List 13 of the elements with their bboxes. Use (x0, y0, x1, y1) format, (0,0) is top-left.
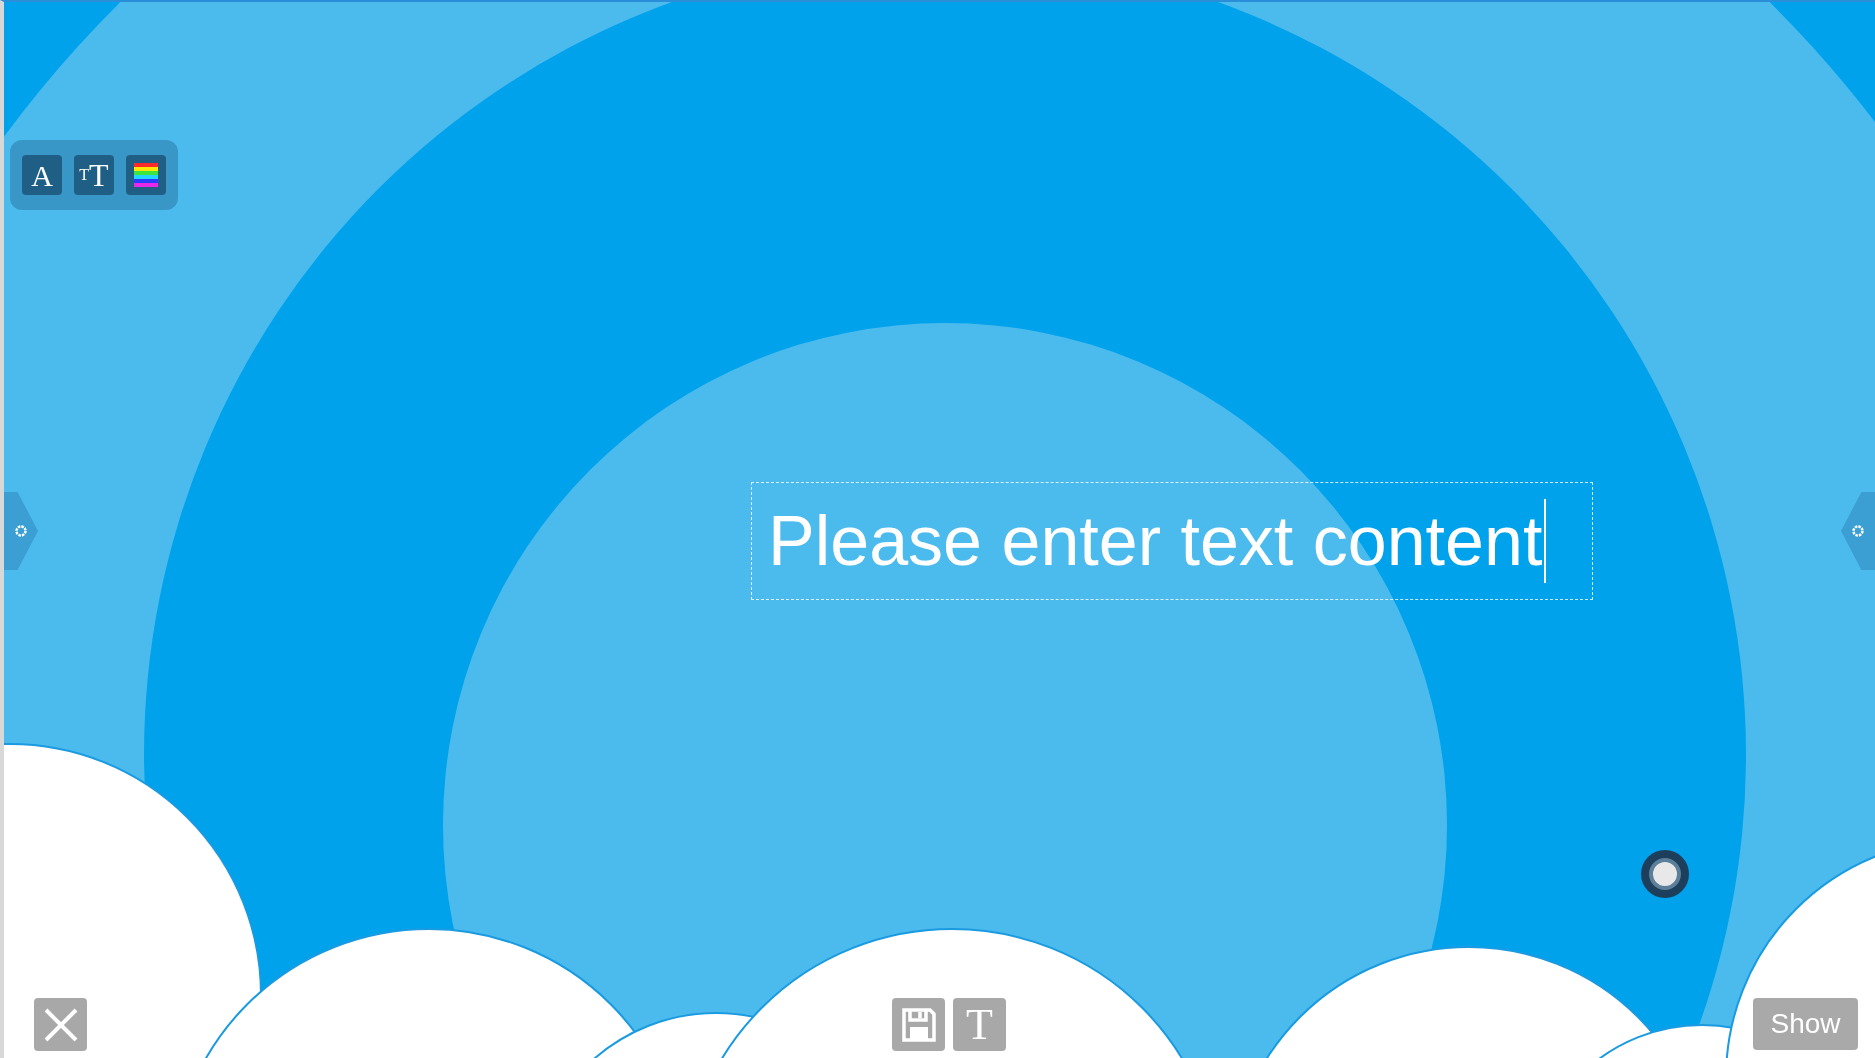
gear-icon (1851, 524, 1865, 538)
save-button[interactable] (892, 998, 945, 1051)
text-box[interactable]: Please enter text content (751, 482, 1593, 600)
font-button[interactable]: A (22, 155, 62, 195)
color-stripes-icon (134, 163, 158, 187)
color-button[interactable] (126, 155, 166, 195)
text-button[interactable]: T (953, 998, 1006, 1051)
save-icon (900, 1006, 937, 1043)
close-icon (42, 1006, 79, 1043)
close-button[interactable] (34, 998, 87, 1051)
gear-icon (14, 524, 28, 538)
text-content: Please enter text content (768, 506, 1543, 576)
show-button[interactable]: Show (1753, 998, 1858, 1050)
